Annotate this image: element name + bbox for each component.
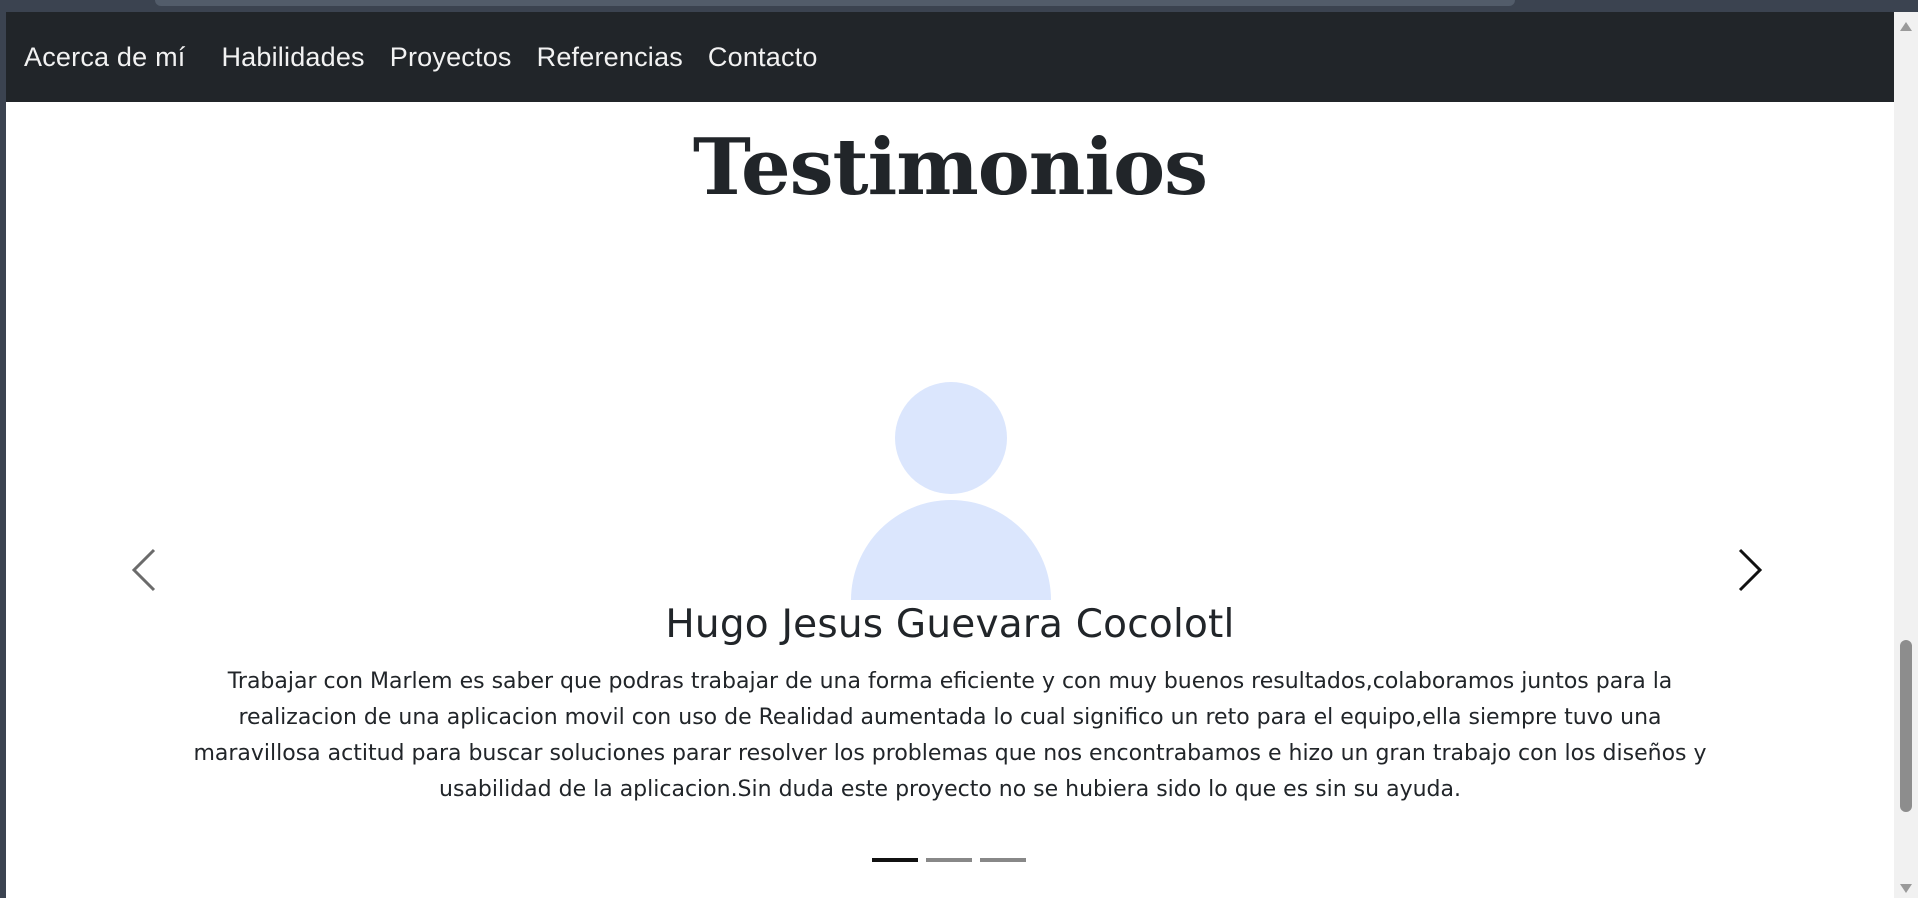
carousel-indicator-3[interactable] — [980, 858, 1026, 862]
section-title: Testimonios — [692, 122, 1208, 213]
nav-link-referencias[interactable]: Referencias — [537, 42, 683, 73]
page-scrollbar[interactable] — [1894, 12, 1918, 898]
testimonial-author-name: Hugo Jesus Guevara Cocolotl — [665, 602, 1235, 647]
testimonial-text: Trabajar con Marlem es saber que podras … — [193, 669, 1707, 802]
carousel-indicator-1[interactable] — [872, 858, 918, 862]
nav-link-contacto[interactable]: Contacto — [708, 42, 818, 73]
person-placeholder-icon — [851, 382, 1051, 600]
carousel-indicator-2[interactable] — [926, 858, 972, 862]
scroll-up-arrow-icon[interactable] — [1900, 22, 1912, 31]
carousel-next-button[interactable] — [1728, 542, 1768, 598]
navbar: Acerca de mí Habilidades Proyectos Refer… — [6, 12, 1894, 102]
chevron-right-icon — [1738, 548, 1763, 592]
browser-top-strip — [0, 0, 1918, 12]
browser-tab-bar — [155, 0, 1515, 6]
scroll-down-arrow-icon[interactable] — [1900, 884, 1912, 893]
chevron-left-icon — [131, 548, 156, 592]
scrollbar-thumb[interactable] — [1900, 640, 1912, 812]
nav-link-proyectos[interactable]: Proyectos — [390, 42, 512, 73]
carousel-prev-button[interactable] — [126, 542, 166, 598]
carousel-indicators — [872, 858, 1026, 862]
nav-link-acerca[interactable]: Acerca de mí — [24, 42, 185, 73]
page-viewport: Acerca de mí Habilidades Proyectos Refer… — [6, 12, 1894, 898]
nav-link-habilidades[interactable]: Habilidades — [221, 42, 364, 73]
